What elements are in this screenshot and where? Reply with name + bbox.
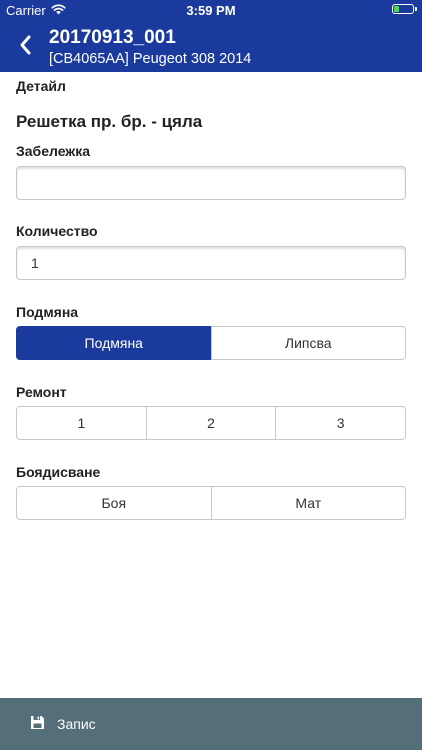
replace-option-missing[interactable]: Липсва	[210, 326, 406, 360]
bottom-bar: Запис	[0, 698, 422, 750]
battery-level	[394, 6, 399, 12]
save-button[interactable]: Запис	[30, 698, 96, 750]
note-input[interactable]	[16, 166, 406, 200]
paint-segmented-control: Боя Мат	[16, 486, 406, 520]
repair-segmented-control: 1 2 3	[16, 406, 407, 440]
repair-label: Ремонт	[16, 384, 67, 400]
back-button[interactable]	[10, 32, 40, 62]
nav-subtitle: [CB4065AA] Peugeot 308 2014	[49, 51, 252, 67]
save-label: Запис	[57, 716, 96, 732]
chevron-left-icon	[18, 34, 32, 61]
status-right	[392, 4, 417, 14]
replace-option-replace[interactable]: Подмяна	[16, 326, 212, 360]
part-name: Решетка пр. бр. - цяла	[16, 112, 203, 131]
battery-icon	[392, 4, 417, 14]
status-bar: Carrier 3:59 PM	[0, 0, 422, 22]
floppy-disk-icon	[30, 715, 45, 733]
repair-option-3[interactable]: 3	[275, 406, 407, 440]
detail-label: Детайл	[16, 78, 66, 94]
replace-label: Подмяна	[16, 304, 79, 320]
paint-option-matte[interactable]: Мат	[210, 486, 406, 520]
replace-segmented-control: Подмяна Липсва	[16, 326, 406, 360]
nav-bar: 20170913_001 [CB4065AA] Peugeot 308 2014	[0, 22, 422, 72]
repair-option-2[interactable]: 2	[145, 406, 277, 440]
nav-title: 20170913_001	[49, 27, 176, 48]
paint-label: Боядисване	[16, 464, 101, 480]
status-time: 3:59 PM	[186, 3, 236, 18]
repair-option-1[interactable]: 1	[16, 406, 147, 440]
quantity-input[interactable]	[16, 246, 406, 280]
quantity-label: Количество	[16, 223, 98, 239]
paint-option-paint[interactable]: Боя	[16, 486, 212, 520]
note-label: Забележка	[16, 143, 91, 159]
screen: Carrier 3:59 PM 20170913_001 [CB4065AA] …	[0, 0, 422, 750]
